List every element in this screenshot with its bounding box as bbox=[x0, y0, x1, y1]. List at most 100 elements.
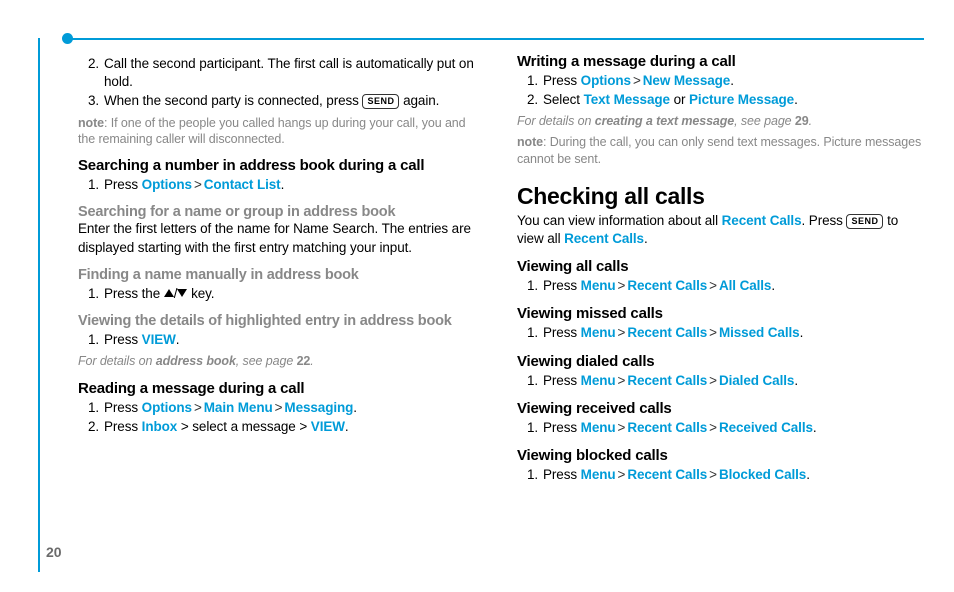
link-menu: Menu bbox=[581, 325, 616, 340]
write-message-steps: 1.Press Options>New Message. 2.Select Te… bbox=[517, 72, 924, 109]
corner-dot-icon bbox=[62, 33, 73, 44]
link-messaging: Messaging bbox=[284, 400, 353, 415]
step-text: Call the second participant. The first c… bbox=[104, 56, 474, 89]
right-column: Writing a message during a call 1.Press … bbox=[517, 53, 924, 485]
step-1: 1.Press Menu>Recent Calls>Missed Calls. bbox=[517, 324, 924, 342]
prefix: Press bbox=[104, 400, 142, 415]
heading-view-missed: Viewing missed calls bbox=[517, 305, 924, 322]
heading-view-details: Viewing the details of highlighted entry… bbox=[78, 313, 485, 329]
heading-find-manual: Finding a name manually in address book bbox=[78, 267, 485, 283]
view-details-steps: 1.Press VIEW. bbox=[78, 331, 485, 349]
heading-search-number: Searching a number in address book durin… bbox=[78, 157, 485, 174]
link-dialed-calls: Dialed Calls bbox=[719, 373, 794, 388]
prefix: Press bbox=[543, 325, 581, 340]
page-number: 20 bbox=[46, 544, 62, 560]
heading-view-all: Viewing all calls bbox=[517, 258, 924, 275]
prefix: Press bbox=[104, 332, 142, 347]
step-suffix: again. bbox=[399, 93, 439, 108]
note-label: note bbox=[517, 135, 543, 149]
step-1: 1.Press Options>New Message. bbox=[517, 72, 924, 90]
step-text: When the second party is connected, pres… bbox=[104, 93, 362, 108]
view-blocked-steps: 1.Press Menu>Recent Calls>Blocked Calls. bbox=[517, 466, 924, 484]
prefix: Press bbox=[543, 420, 581, 435]
heading-view-received: Viewing received calls bbox=[517, 400, 924, 417]
step-2: 2.Call the second participant. The first… bbox=[78, 55, 485, 91]
link-recent-calls: Recent Calls bbox=[627, 420, 707, 435]
left-column: 2.Call the second participant. The first… bbox=[78, 53, 485, 485]
prefix: Press bbox=[104, 419, 142, 434]
step-1: 1.Press Options>Main Menu>Messaging. bbox=[78, 399, 485, 417]
step-1: 1.Press Menu>Recent Calls>Blocked Calls. bbox=[517, 466, 924, 484]
prefix: Select bbox=[543, 92, 584, 107]
continued-steps: 2.Call the second participant. The first… bbox=[78, 55, 485, 111]
link-options: Options bbox=[142, 177, 192, 192]
link-recent-calls: Recent Calls bbox=[564, 231, 644, 246]
search-name-text: Enter the first letters of the name for … bbox=[78, 220, 485, 256]
view-all-steps: 1.Press Menu>Recent Calls>All Calls. bbox=[517, 277, 924, 295]
link-menu: Menu bbox=[581, 420, 616, 435]
step-2: 2.Select Text Message or Picture Message… bbox=[517, 91, 924, 109]
note-text: : During the call, you can only send tex… bbox=[517, 135, 921, 165]
link-text-message: Text Message bbox=[584, 92, 670, 107]
read-message-steps: 1.Press Options>Main Menu>Messaging. 2.P… bbox=[78, 399, 485, 436]
find-manual-steps: 1.Press the / key. bbox=[78, 285, 485, 303]
step-1: 1.Press Options>Contact List. bbox=[78, 176, 485, 194]
link-main-menu: Main Menu bbox=[204, 400, 273, 415]
prefix: Press bbox=[543, 278, 581, 293]
view-received-steps: 1.Press Menu>Recent Calls>Received Calls… bbox=[517, 419, 924, 437]
link-menu: Menu bbox=[581, 467, 616, 482]
step-1: 1.Press Menu>Recent Calls>Received Calls… bbox=[517, 419, 924, 437]
link-view: VIEW bbox=[142, 332, 176, 347]
or: or bbox=[670, 92, 689, 107]
step-1: 1.Press Menu>Recent Calls>All Calls. bbox=[517, 277, 924, 295]
mid: > select a message > bbox=[177, 419, 311, 434]
cross-ref: For details on creating a text message, … bbox=[517, 113, 924, 130]
prefix: Press the bbox=[104, 286, 164, 301]
vertical-rule bbox=[38, 38, 40, 572]
triangle-up-icon bbox=[164, 289, 174, 297]
horizontal-rule bbox=[65, 38, 924, 40]
columns: 2.Call the second participant. The first… bbox=[48, 35, 924, 485]
link-menu: Menu bbox=[581, 278, 616, 293]
link-inbox: Inbox bbox=[142, 419, 178, 434]
link-options: Options bbox=[581, 73, 631, 88]
step-1: 1.Press VIEW. bbox=[78, 331, 485, 349]
link-blocked-calls: Blocked Calls bbox=[719, 467, 806, 482]
note-text: : If one of the people you called hangs … bbox=[78, 116, 466, 146]
step-3: 3.When the second party is connected, pr… bbox=[78, 92, 485, 110]
manual-page: 2.Call the second participant. The first… bbox=[0, 0, 954, 592]
link-menu: Menu bbox=[581, 373, 616, 388]
step-2: 2.Press Inbox > select a message > VIEW. bbox=[78, 418, 485, 436]
note: note: If one of the people you called ha… bbox=[78, 115, 485, 148]
link-recent-calls: Recent Calls bbox=[627, 325, 707, 340]
heading-checking-all: Checking all calls bbox=[517, 183, 924, 210]
cross-ref: For details on address book, see page 22… bbox=[78, 353, 485, 370]
note-label: note bbox=[78, 116, 104, 130]
prefix: Press bbox=[543, 467, 581, 482]
link-missed-calls: Missed Calls bbox=[719, 325, 800, 340]
link-view: VIEW bbox=[311, 419, 345, 434]
note: note: During the call, you can only send… bbox=[517, 134, 924, 167]
link-recent-calls: Recent Calls bbox=[722, 213, 802, 228]
link-recent-calls: Recent Calls bbox=[627, 278, 707, 293]
link-options: Options bbox=[142, 400, 192, 415]
heading-read-message: Reading a message during a call bbox=[78, 380, 485, 397]
triangle-down-icon bbox=[177, 289, 187, 297]
search-number-steps: 1.Press Options>Contact List. bbox=[78, 176, 485, 194]
heading-view-blocked: Viewing blocked calls bbox=[517, 447, 924, 464]
step-1: 1.Press Menu>Recent Calls>Dialed Calls. bbox=[517, 372, 924, 390]
link-recent-calls: Recent Calls bbox=[627, 467, 707, 482]
view-missed-steps: 1.Press Menu>Recent Calls>Missed Calls. bbox=[517, 324, 924, 342]
link-new-message: New Message bbox=[643, 73, 730, 88]
prefix: Press bbox=[543, 73, 581, 88]
prefix: Press bbox=[543, 373, 581, 388]
send-key-icon: SEND bbox=[362, 94, 399, 109]
heading-write-message: Writing a message during a call bbox=[517, 53, 924, 70]
heading-view-dialed: Viewing dialed calls bbox=[517, 353, 924, 370]
prefix: Press bbox=[104, 177, 142, 192]
link-picture-message: Picture Message bbox=[689, 92, 794, 107]
checking-intro: You can view information about all Recen… bbox=[517, 212, 924, 248]
link-recent-calls: Recent Calls bbox=[627, 373, 707, 388]
step-1: 1.Press the / key. bbox=[78, 285, 485, 303]
link-contact-list: Contact List bbox=[204, 177, 281, 192]
